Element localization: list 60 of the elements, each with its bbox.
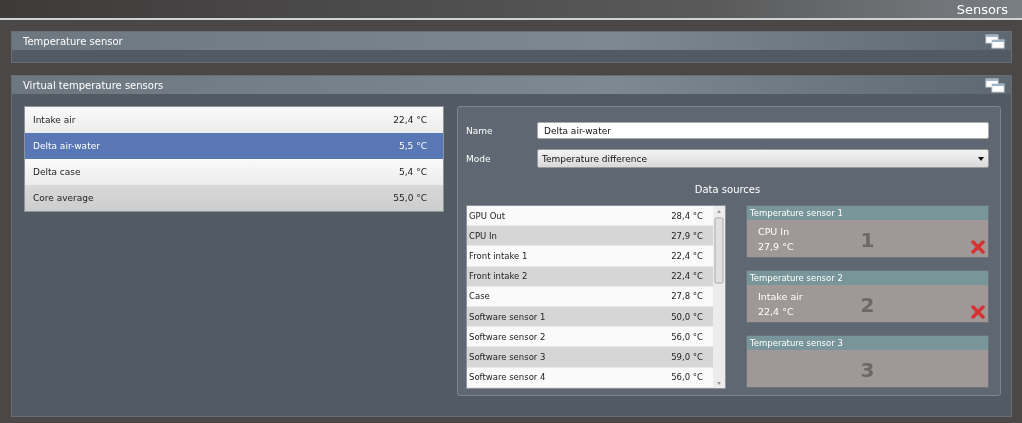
sensor-name: Delta case bbox=[33, 167, 81, 177]
scrollbar[interactable] bbox=[713, 206, 725, 388]
slot-source: CPU In bbox=[758, 224, 790, 239]
slot-value: 22,4 °C bbox=[758, 304, 794, 319]
slot-title: Temperature sensor 3 bbox=[747, 336, 988, 350]
source-value: 56,0 °C bbox=[671, 372, 703, 383]
slot-value: 27,9 °C bbox=[758, 239, 794, 254]
source-value: 50,0 °C bbox=[671, 311, 703, 322]
source-value: 27,9 °C bbox=[671, 230, 703, 241]
sensor-value: 22,4 °C bbox=[393, 115, 427, 125]
sensor-row[interactable]: Core average 55,0 °C bbox=[25, 185, 443, 211]
sensor-row[interactable]: Intake air 22,4 °C bbox=[25, 107, 443, 133]
field-label: Name bbox=[466, 125, 494, 136]
sensor-value: 5,5 °C bbox=[399, 141, 427, 151]
source-value: 22,4 °C bbox=[671, 271, 703, 282]
source-name: Case bbox=[469, 291, 490, 302]
slot-source: Intake air bbox=[758, 289, 803, 304]
windows-icon[interactable] bbox=[985, 33, 1005, 49]
caret-icon bbox=[978, 156, 984, 161]
source-value: 56,0 °C bbox=[671, 331, 703, 342]
source-name: Software sensor 2 bbox=[469, 331, 546, 342]
sensor-value: 5,4 °C bbox=[399, 167, 427, 177]
mode-dropdown[interactable]: Temperature difference bbox=[537, 149, 989, 168]
source-name: CPU In bbox=[469, 230, 497, 241]
windows-icon[interactable] bbox=[985, 77, 1005, 93]
source-value: 22,4 °C bbox=[671, 250, 703, 261]
panel-title: Temperature sensor bbox=[23, 35, 123, 47]
sensor-value: 55,0 °C bbox=[393, 193, 427, 203]
source-row[interactable]: Software sensor 2 56,0 °C bbox=[467, 327, 713, 348]
source-row[interactable]: Front intake 2 22,4 °C bbox=[467, 266, 713, 287]
slot-title: Temperature sensor 2 bbox=[747, 271, 988, 285]
sensor-row[interactable]: Delta case 5,4 °C bbox=[25, 159, 443, 185]
field-label: Mode bbox=[466, 153, 492, 164]
source-row[interactable]: Software sensor 1 50,0 °C bbox=[467, 306, 713, 328]
source-name: Software sensor 4 bbox=[469, 372, 546, 383]
remove-icon[interactable] bbox=[971, 305, 985, 319]
page-title: Sensors bbox=[956, 1, 1008, 17]
remove-icon[interactable] bbox=[971, 240, 985, 254]
slot-title: Temperature sensor 1 bbox=[747, 206, 988, 220]
source-row[interactable]: GPU Out 28,4 °C bbox=[467, 206, 713, 227]
source-value: 27,8 °C bbox=[671, 291, 703, 302]
sensor-row[interactable]: Delta air-water 5,5 °C bbox=[25, 133, 443, 159]
source-name: Software sensor 3 bbox=[469, 351, 546, 362]
source-row[interactable]: CPU In 27,9 °C bbox=[467, 226, 713, 247]
source-row[interactable]: Case 27,8 °C bbox=[467, 286, 713, 307]
source-name: Software sensor 1 bbox=[469, 311, 546, 322]
source-row[interactable]: Software sensor 3 59,0 °C bbox=[467, 347, 713, 368]
source-name: Front intake 1 bbox=[469, 250, 528, 261]
source-value: 28,4 °C bbox=[671, 210, 703, 221]
source-row[interactable]: Front intake 1 22,4 °C bbox=[467, 246, 713, 267]
source-row[interactable]: Software sensor 4 56,0 °C bbox=[467, 367, 713, 388]
source-name: Front intake 2 bbox=[469, 271, 528, 282]
panel-title: Virtual temperature sensors bbox=[23, 79, 164, 91]
source-name: GPU Out bbox=[469, 210, 506, 221]
section-title: Data sources bbox=[694, 184, 761, 195]
sensor-name: Intake air bbox=[33, 115, 76, 125]
sensor-name: Delta air-water bbox=[33, 141, 100, 151]
source-value: 59,0 °C bbox=[671, 351, 703, 362]
name-field[interactable]: Delta air-water bbox=[537, 122, 989, 139]
sensor-name: Core average bbox=[33, 193, 94, 203]
